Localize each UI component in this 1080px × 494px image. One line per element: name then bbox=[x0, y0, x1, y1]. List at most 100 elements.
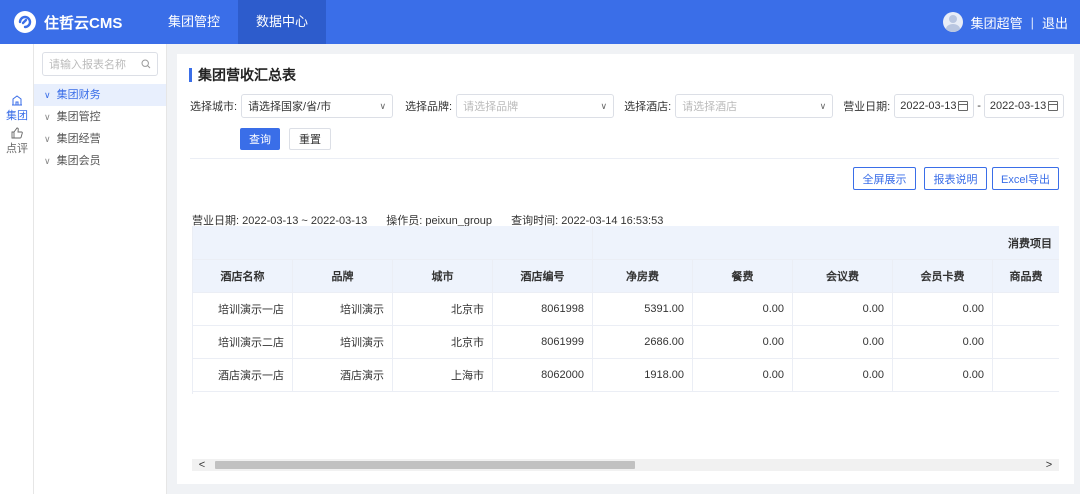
city-cell: 北京市 bbox=[393, 293, 493, 325]
tree-item-group-control[interactable]: ∨ 集团管控 bbox=[34, 106, 166, 128]
search-icon[interactable] bbox=[141, 59, 151, 69]
rail-item-review[interactable]: 点评 bbox=[0, 123, 34, 156]
top-navbar: 住哲云CMS 集团管控 数据中心 集团超管 | 退出 bbox=[0, 0, 1080, 44]
column-header[interactable]: 会员卡费 bbox=[893, 260, 993, 292]
room-fee-cell: 2686.00 bbox=[593, 326, 693, 358]
rail-item-group[interactable]: 集团 bbox=[0, 90, 34, 123]
brand-logo[interactable]: 住哲云CMS bbox=[0, 0, 150, 44]
group-header-blank bbox=[193, 226, 593, 259]
table-row[interactable]: 酒店演示一店 酒店演示 上海市 8062000 1918.00 0.00 0.0… bbox=[193, 359, 1059, 392]
tree-item-group-members[interactable]: ∨ 集团会员 bbox=[34, 150, 166, 172]
hotel-select[interactable]: 请选择酒店 ∨ bbox=[675, 94, 834, 118]
date-to-value: 2022-03-13 bbox=[989, 100, 1047, 112]
meeting-fee-cell: 0.00 bbox=[793, 326, 893, 358]
nav-data-center[interactable]: 数据中心 bbox=[238, 0, 327, 44]
hotel-name-cell: 培训演示一店 bbox=[193, 293, 293, 325]
meal-fee-cell: 0.00 bbox=[693, 326, 793, 358]
thumbs-up-icon bbox=[11, 127, 23, 139]
tree-item-label: 集团管控 bbox=[56, 111, 101, 123]
report-tree-sidebar: 请输入报表名称 ∨ 集团财务 ∨ 集团管控 ∨ 集团经营 ∨ 集团会员 bbox=[34, 44, 167, 494]
report-info-button[interactable]: 报表说明 bbox=[924, 167, 987, 190]
table-group-header-row: 消费项目 bbox=[193, 226, 1059, 260]
city-select[interactable]: 请选择国家/省/市 ∨ bbox=[241, 94, 394, 118]
column-header[interactable]: 酒店名称 bbox=[193, 260, 293, 292]
page-title: 集团营收汇总表 bbox=[189, 68, 296, 82]
nav-group-control[interactable]: 集团管控 bbox=[150, 0, 238, 44]
rail-label: 集团 bbox=[6, 110, 28, 122]
column-header[interactable]: 品牌 bbox=[293, 260, 393, 292]
column-header[interactable]: 会议费 bbox=[793, 260, 893, 292]
calendar-icon bbox=[1047, 101, 1058, 111]
meeting-fee-cell: 0.00 bbox=[793, 359, 893, 391]
tree-item-label: 集团会员 bbox=[56, 155, 101, 167]
brand-label: 选择品牌: bbox=[405, 101, 453, 113]
city-label: 选择城市: bbox=[190, 101, 238, 113]
hotel-label: 选择酒店: bbox=[624, 101, 672, 113]
tree-item-label: 集团财务 bbox=[56, 89, 101, 101]
date-label: 营业日期: bbox=[843, 101, 891, 113]
city-cell: 上海市 bbox=[393, 359, 493, 391]
goods-fee-cell bbox=[993, 359, 1059, 391]
table-row[interactable]: 培训演示二店 培训演示 北京市 8061999 2686.00 0.00 0.0… bbox=[193, 326, 1059, 359]
date-from-input[interactable]: 2022-03-13 bbox=[894, 94, 975, 118]
logout-link[interactable]: 退出 bbox=[1042, 13, 1068, 32]
module-rail: 集团 点评 bbox=[0, 44, 34, 494]
brand-cell: 培训演示 bbox=[293, 326, 393, 358]
divider bbox=[190, 158, 1059, 159]
rail-label: 点评 bbox=[6, 143, 28, 155]
scroll-left-icon[interactable]: < bbox=[192, 459, 212, 471]
username[interactable]: 集团超管 bbox=[971, 13, 1023, 32]
fullscreen-button[interactable]: 全屏展示 bbox=[853, 167, 916, 190]
building-icon bbox=[12, 95, 22, 106]
column-header[interactable]: 酒店编号 bbox=[493, 260, 593, 292]
column-header[interactable]: 净房费 bbox=[593, 260, 693, 292]
chevron-down-icon: ∨ bbox=[44, 156, 51, 166]
query-button[interactable]: 查询 bbox=[240, 128, 280, 150]
brand-select[interactable]: 请选择品牌 ∨ bbox=[456, 94, 615, 118]
reset-button[interactable]: 重置 bbox=[289, 128, 331, 150]
member-card-fee-cell: 0.00 bbox=[893, 293, 993, 325]
meal-fee-cell: 0.00 bbox=[693, 359, 793, 391]
hotel-select-placeholder: 请选择酒店 bbox=[682, 101, 738, 113]
city-cell: 北京市 bbox=[393, 326, 493, 358]
user-avatar-icon[interactable] bbox=[942, 12, 963, 32]
report-search-input[interactable]: 请输入报表名称 bbox=[42, 52, 158, 76]
filter-bar: 选择城市: 请选择国家/省/市 ∨ 选择品牌: 请选择品牌 ∨ 选择酒店: 请选… bbox=[190, 94, 1064, 118]
room-fee-cell: 5391.00 bbox=[593, 293, 693, 325]
goods-fee-cell bbox=[993, 293, 1059, 325]
brand-cell: 酒店演示 bbox=[293, 359, 393, 391]
hotel-name-cell: 培训演示二店 bbox=[193, 326, 293, 358]
scroll-right-icon[interactable]: > bbox=[1039, 459, 1059, 471]
separator: | bbox=[1030, 14, 1034, 30]
member-card-fee-cell: 0.00 bbox=[893, 359, 993, 391]
date-to-input[interactable]: 2022-03-13 bbox=[983, 94, 1064, 118]
chevron-down-icon: ∨ bbox=[44, 90, 51, 100]
hotel-name-cell: 酒店演示一店 bbox=[193, 359, 293, 391]
tree-item-group-operations[interactable]: ∨ 集团经营 bbox=[34, 128, 166, 150]
brand-select-placeholder: 请选择品牌 bbox=[463, 101, 519, 113]
table-row[interactable]: 培训演示一店 培训演示 北京市 8061998 5391.00 0.00 0.0… bbox=[193, 293, 1059, 326]
column-header[interactable]: 商品费 bbox=[993, 260, 1059, 292]
tree-item-group-finance[interactable]: ∨ 集团财务 bbox=[34, 84, 166, 106]
search-placeholder: 请输入报表名称 bbox=[49, 59, 126, 71]
table-header-row: 酒店名称 品牌 城市 酒店编号 净房费 餐费 会议费 会员卡费 商品费 bbox=[193, 260, 1059, 293]
report-panel: 集团营收汇总表 选择城市: 请选择国家/省/市 ∨ 选择品牌: 请选择品牌 ∨ … bbox=[177, 54, 1074, 484]
hotel-id-cell: 8061999 bbox=[493, 326, 593, 358]
chevron-down-icon: ∨ bbox=[44, 112, 51, 122]
revenue-table: 消费项目 酒店名称 品牌 城市 酒店编号 净房费 餐费 会议费 会员卡费 商品费… bbox=[192, 226, 1059, 394]
calendar-icon bbox=[958, 101, 969, 111]
column-header[interactable]: 城市 bbox=[393, 260, 493, 292]
scrollbar-thumb[interactable] bbox=[215, 461, 635, 469]
city-select-value: 请选择国家/省/市 bbox=[248, 101, 332, 113]
member-card-fee-cell: 0.00 bbox=[893, 326, 993, 358]
chevron-down-icon: ∨ bbox=[819, 100, 827, 111]
excel-export-button[interactable]: Excel导出 bbox=[992, 167, 1059, 190]
meal-fee-cell: 0.00 bbox=[693, 293, 793, 325]
meeting-fee-cell: 0.00 bbox=[793, 293, 893, 325]
room-fee-cell: 1918.00 bbox=[593, 359, 693, 391]
tree-item-label: 集团经营 bbox=[56, 133, 101, 145]
column-header[interactable]: 餐费 bbox=[693, 260, 793, 292]
goods-fee-cell bbox=[993, 326, 1059, 358]
horizontal-scrollbar[interactable]: < > bbox=[192, 459, 1059, 471]
hotel-id-cell: 8062000 bbox=[493, 359, 593, 391]
